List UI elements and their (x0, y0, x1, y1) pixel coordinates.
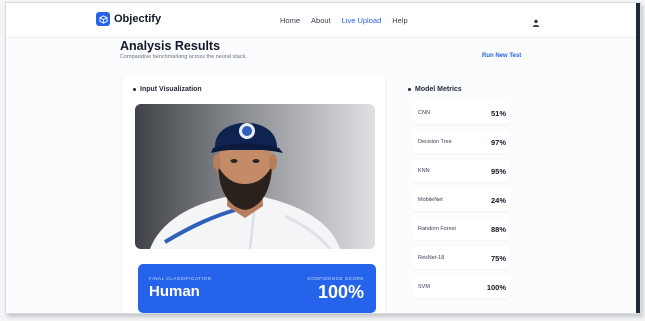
cube-icon (96, 12, 110, 26)
browser-frame: Objectify Home About Live Upload Help An… (5, 2, 641, 314)
model-metrics-list: CNN 51% Decision Tree 97% KNN 95% Mobile… (412, 102, 510, 305)
nav-links: Home About Live Upload Help (280, 16, 419, 25)
bullet-icon (133, 88, 136, 91)
nav-link-live-upload[interactable]: Live Upload (342, 16, 382, 25)
metric-row: ResNet-18 75% (412, 247, 510, 269)
classification-card: FINAL CLASSIFICATION Human CONFIDENCE SC… (138, 264, 376, 313)
metric-score: 100% (486, 282, 506, 292)
confidence-label: CONFIDENCE SCORE (307, 276, 364, 281)
metric-name: Random Forest (418, 226, 456, 232)
metric-row: SVM 100% (412, 276, 510, 298)
metric-name: KNN (418, 168, 430, 174)
metrics-heading-label: Model Metrics (415, 86, 462, 93)
metric-name: CNN (418, 110, 430, 116)
metric-name: MobileNet (418, 197, 443, 203)
visualization-heading: Input Visualization (133, 86, 202, 93)
metric-score: 88% (490, 224, 506, 234)
classification-value: Human (149, 283, 200, 300)
input-image (135, 104, 375, 249)
metric-name: Decision Tree (418, 139, 452, 145)
nav-link-help[interactable]: Help (392, 16, 407, 25)
nav-link-about[interactable]: About (311, 16, 331, 25)
visualization-heading-label: Input Visualization (140, 86, 202, 93)
metric-score: 51% (490, 108, 506, 118)
brand-name: Objectify (114, 13, 162, 25)
top-navbar: Objectify Home About Live Upload Help (6, 3, 636, 38)
user-icon[interactable] (532, 14, 540, 32)
metric-row: CNN 51% (412, 102, 510, 124)
metric-name: SVM (418, 284, 430, 290)
metric-name: ResNet-18 (418, 255, 445, 261)
metric-row: MobileNet 24% (412, 189, 510, 211)
bullet-icon (408, 88, 411, 91)
metric-score: 95% (490, 166, 506, 176)
metrics-heading: Model Metrics (408, 86, 462, 93)
run-new-test-link[interactable]: Run New Test (482, 53, 521, 59)
metric-row: KNN 95% (412, 160, 510, 182)
page-scrollbar[interactable] (636, 3, 640, 313)
metric-row: Random Forest 88% (412, 218, 510, 240)
page-subtitle: Comparative benchmarking across the neur… (120, 54, 247, 60)
metric-score: 75% (490, 253, 506, 263)
page-title: Analysis Results (120, 39, 221, 53)
confidence-value: 100% (317, 282, 364, 302)
classification-label: FINAL CLASSIFICATION (149, 276, 212, 281)
metric-score: 97% (490, 137, 506, 147)
brand-logo[interactable]: Objectify (96, 12, 161, 26)
metric-score: 24% (490, 195, 506, 205)
nav-link-home[interactable]: Home (280, 16, 300, 25)
metric-row: Decision Tree 97% (412, 131, 510, 153)
